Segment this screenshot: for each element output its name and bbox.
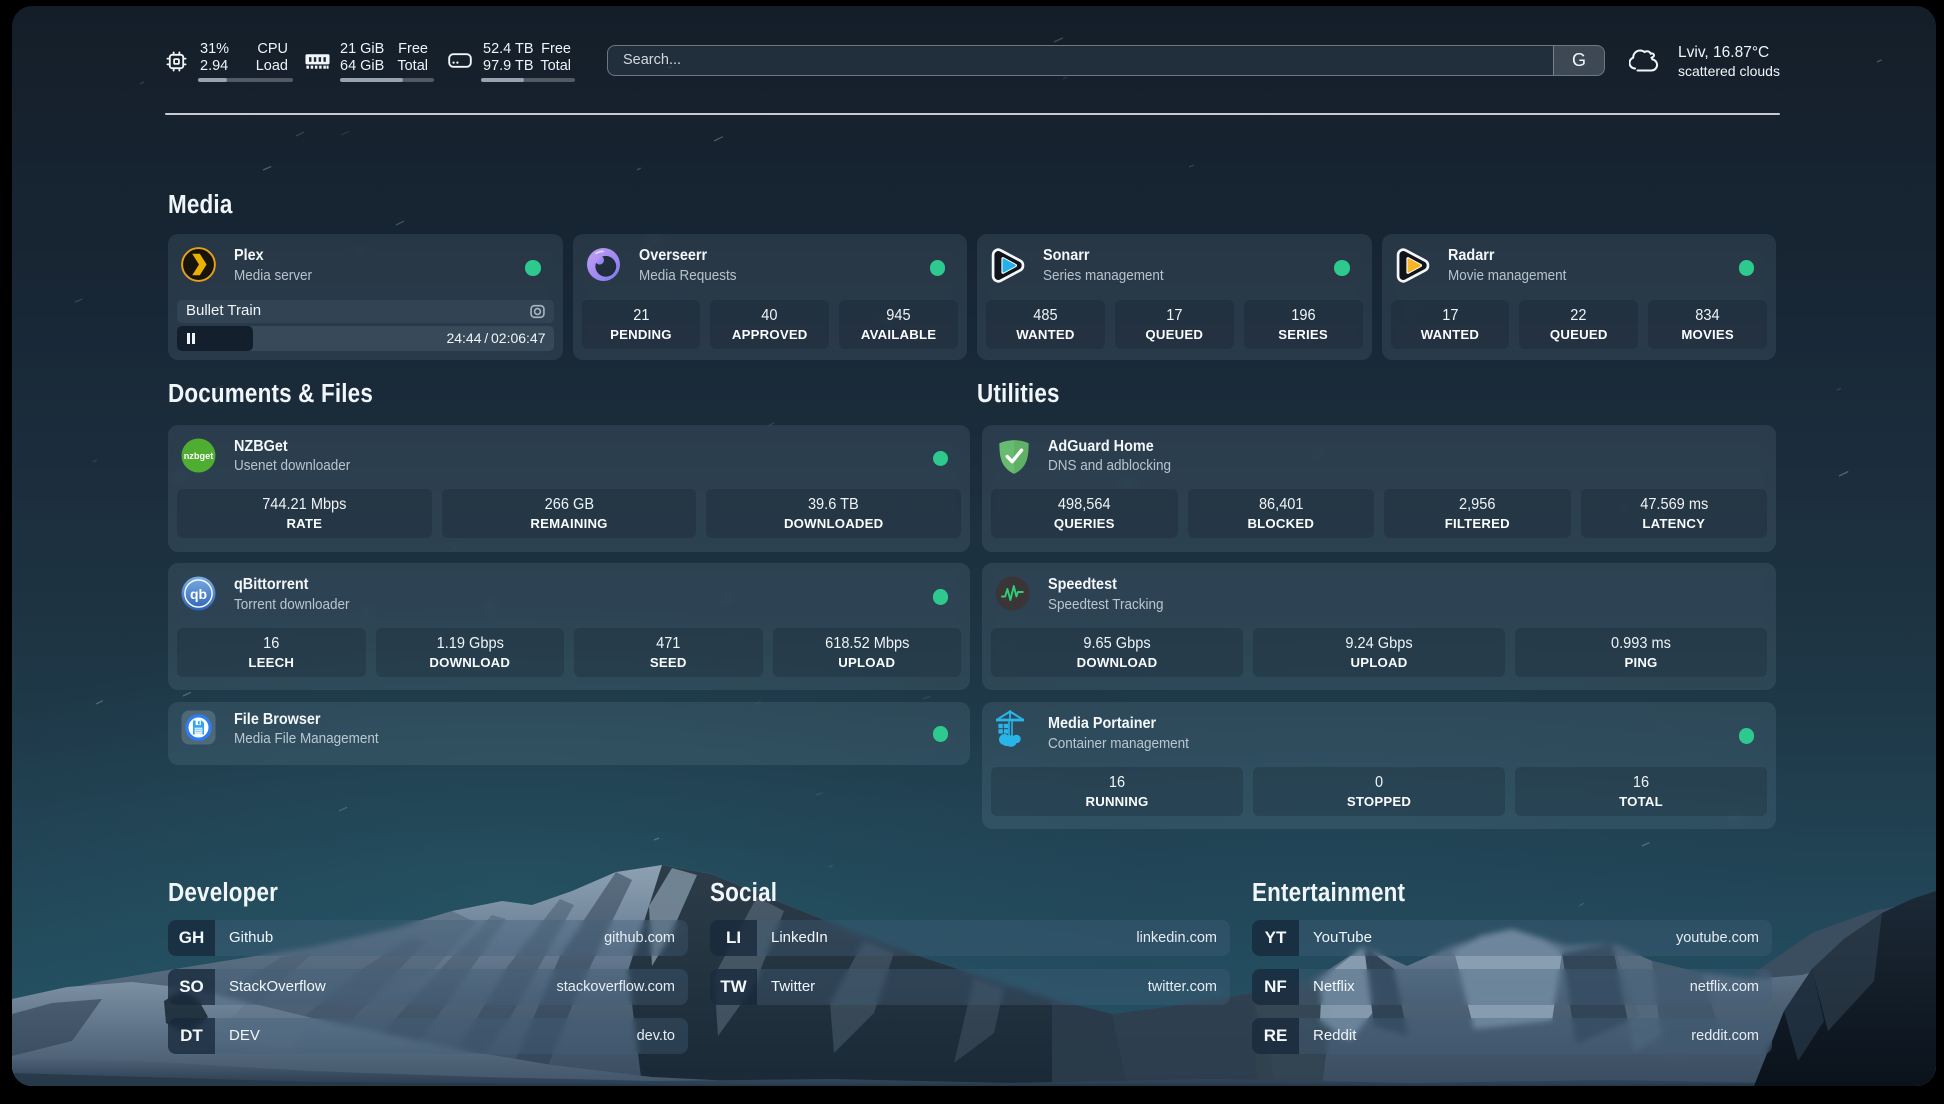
svg-text:qb: qb	[190, 586, 207, 602]
svg-text:nzbget: nzbget	[184, 451, 214, 461]
